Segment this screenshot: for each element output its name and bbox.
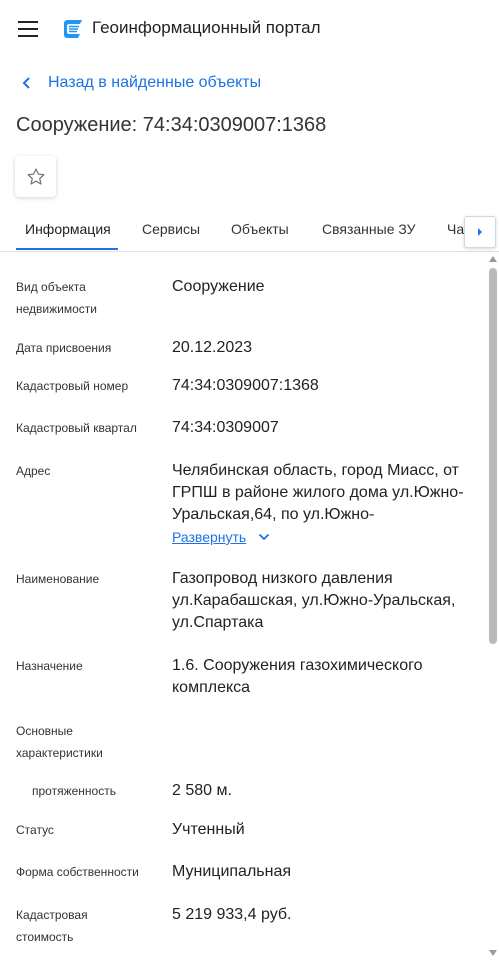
active-tab-indicator <box>16 248 118 250</box>
field-value: 5 219 933,4 руб. <box>172 906 292 923</box>
field-label: Назначение <box>16 659 83 673</box>
star-icon <box>26 167 45 185</box>
field-value: Муниципальная <box>172 863 292 880</box>
field-value: Челябинская область, город Миасс, от ГРП… <box>172 460 472 549</box>
field-label: Адрес <box>16 464 51 478</box>
field-label: Кадастровая стоимость <box>16 908 88 944</box>
back-link-label: Назад в найденные объекты <box>48 74 262 91</box>
tab-bar: Информация Сервисы Объекты Связанные ЗУ … <box>0 208 499 252</box>
field-value: 74:34:0309007:1368 <box>172 377 319 394</box>
expand-address-link[interactable]: Развернуть <box>172 526 270 548</box>
expand-label: Развернуть <box>172 529 247 545</box>
chevron-right-icon <box>478 228 482 236</box>
tabs-scroll-right-button[interactable] <box>464 216 496 248</box>
field-label: Дата присвоения <box>16 341 112 355</box>
field-label: Форма собственности <box>16 865 139 879</box>
app-header: Геоинформационный портал <box>0 0 499 58</box>
field-label: Наименование <box>16 572 100 586</box>
scrollbar-thumb[interactable] <box>489 268 497 644</box>
tab-information[interactable]: Информация <box>25 221 111 237</box>
field-value: Газопровод низкого давления ул.Карабашск… <box>172 570 456 631</box>
menu-icon[interactable] <box>18 21 38 37</box>
field-value: 74:34:0309007 <box>172 419 279 436</box>
field-value: 1.6. Сооружения газохимического комплекс… <box>172 657 423 696</box>
tab-related-land[interactable]: Связанные ЗУ <box>322 221 416 237</box>
app-title: Геоинформационный портал <box>92 18 321 37</box>
portal-logo-icon <box>64 20 82 38</box>
info-panel: Вид объекта недвижимости Сооружение Дата… <box>0 252 486 960</box>
tab-parts[interactable]: Ча <box>447 221 464 237</box>
scrollbar[interactable] <box>486 252 499 960</box>
chevron-left-icon <box>22 77 30 89</box>
field-label: протяженность <box>32 784 116 798</box>
address-text: Челябинская область, город Миасс, от ГРП… <box>172 462 464 523</box>
tab-objects[interactable]: Объекты <box>231 221 289 237</box>
field-value: Учтенный <box>172 821 245 838</box>
favorite-button[interactable] <box>15 156 56 197</box>
field-value: 2 580 м. <box>172 782 232 799</box>
field-label: Основные характеристики <box>16 724 103 760</box>
page-title: Сооружение: 74:34:0309007:1368 <box>16 114 327 136</box>
field-label: Вид объекта недвижимости <box>16 280 97 316</box>
field-label: Кадастровый квартал <box>16 421 137 435</box>
scroll-up-icon[interactable] <box>489 256 497 262</box>
scroll-down-icon[interactable] <box>489 950 497 956</box>
back-link[interactable]: Назад в найденные объекты <box>22 74 261 92</box>
field-value: Сооружение <box>172 278 265 295</box>
field-label: Статус <box>16 823 54 837</box>
tab-services[interactable]: Сервисы <box>142 221 200 237</box>
field-label: Кадастровый номер <box>16 379 129 393</box>
field-value: 20.12.2023 <box>172 339 253 356</box>
chevron-down-icon <box>259 533 270 541</box>
